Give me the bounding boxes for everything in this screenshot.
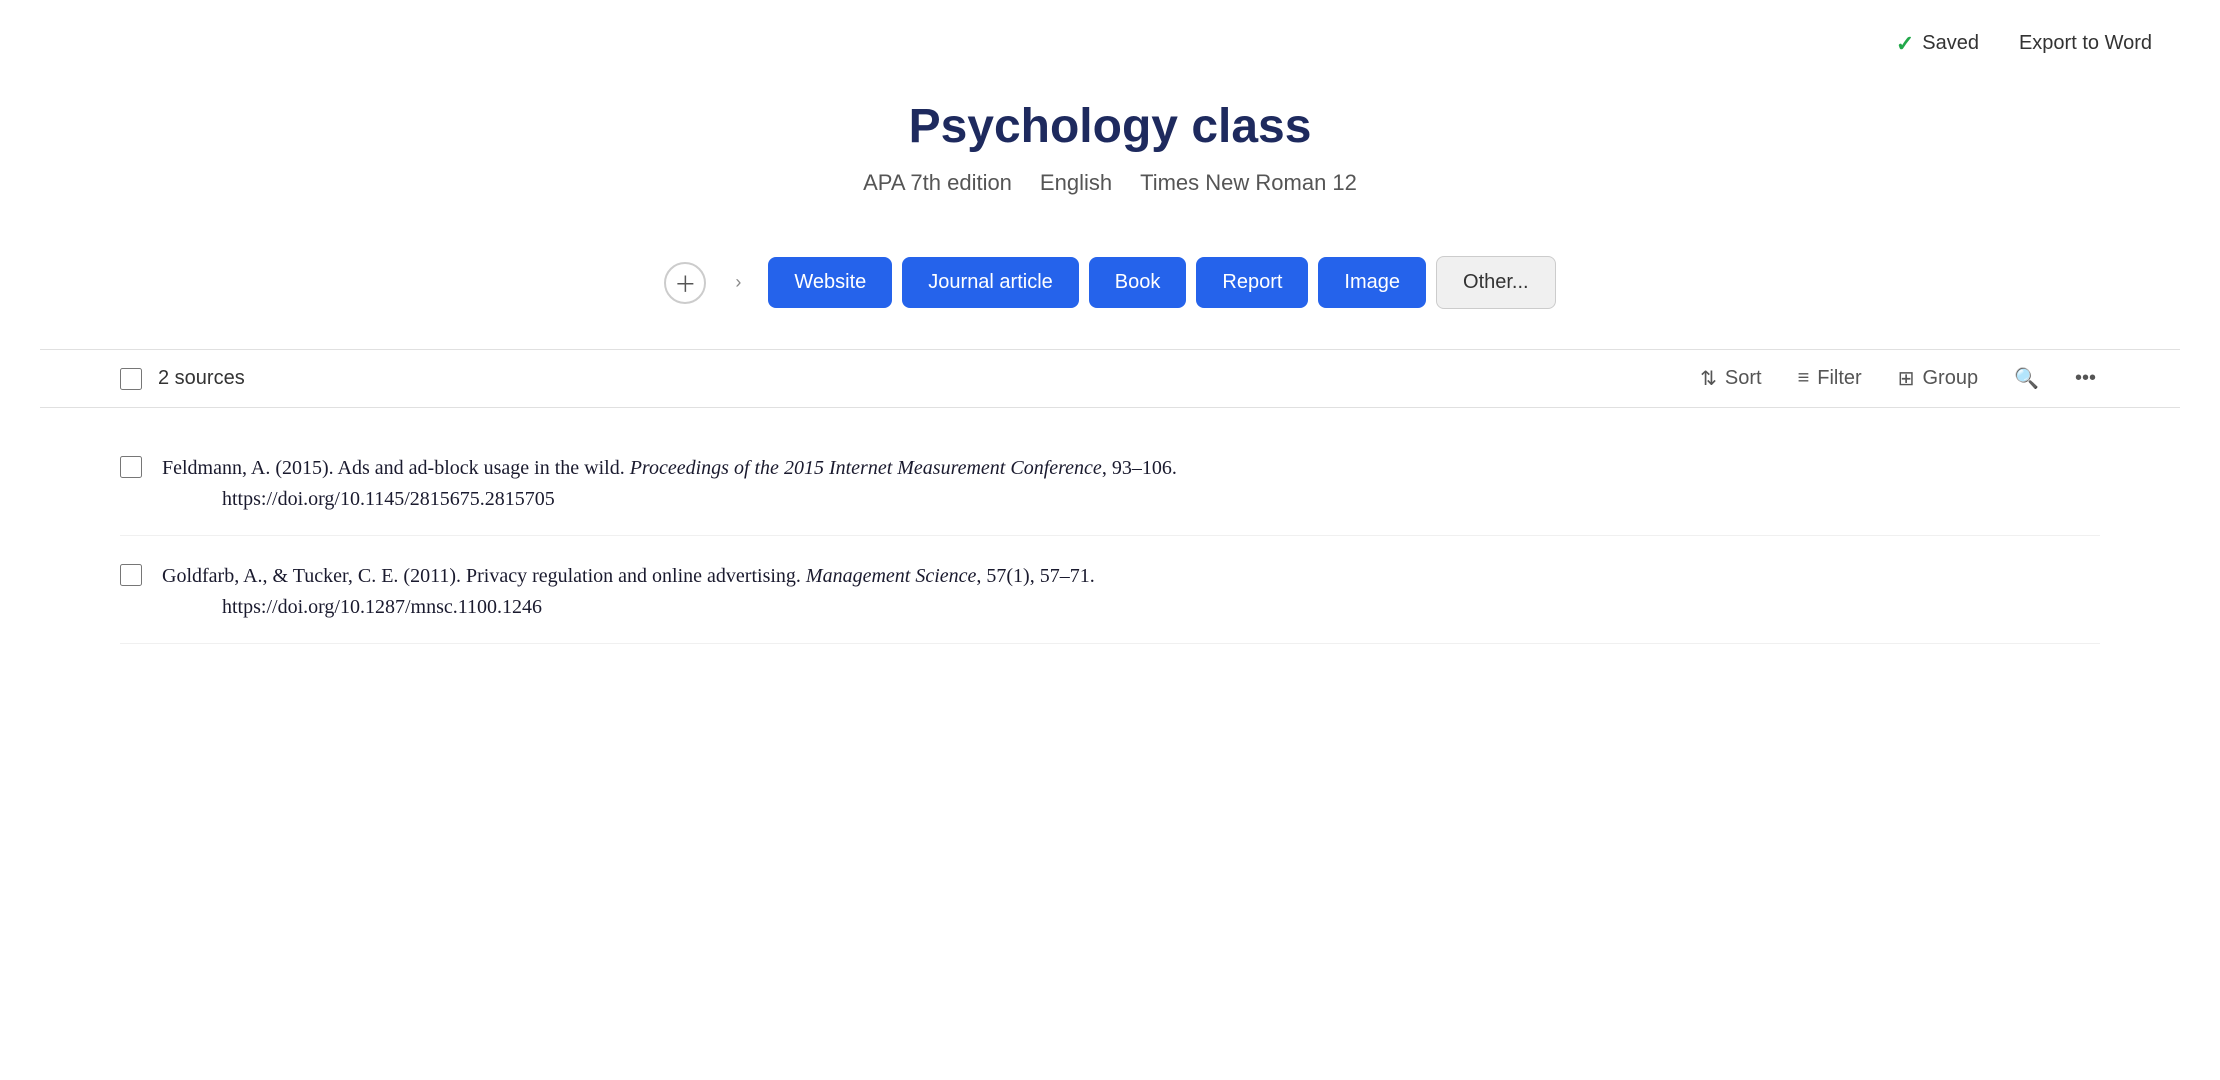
- page-header: Psychology class APA 7th edition English…: [0, 79, 2220, 226]
- source-citation-1: Feldmann, A. (2015). Ads and ad-block us…: [162, 452, 1177, 511]
- citation-text-after-2: , 57(1), 57–71.: [976, 565, 1094, 587]
- chevron-right-icon: ›: [735, 272, 741, 293]
- source-item-1: Feldmann, A. (2015). Ads and ad-block us…: [120, 428, 2100, 536]
- chevron-right-button[interactable]: ›: [722, 267, 754, 299]
- plus-icon: ＋: [674, 267, 696, 299]
- group-button[interactable]: ⊞ Group: [1894, 360, 1982, 397]
- sources-list: Feldmann, A. (2015). Ads and ad-block us…: [40, 408, 2180, 664]
- saved-label: Saved: [1922, 32, 1979, 55]
- source-type-book-button[interactable]: Book: [1089, 257, 1187, 308]
- citation-text-before-1: Feldmann, A. (2015). Ads and ad-block us…: [162, 457, 630, 479]
- source-citation-2: Goldfarb, A., & Tucker, C. E. (2011). Pr…: [162, 560, 1095, 619]
- source-checkbox-2[interactable]: [120, 564, 142, 586]
- source-url-2: https://doi.org/10.1287/mnsc.1100.1246: [162, 596, 1095, 619]
- more-options-button[interactable]: •••: [2071, 361, 2100, 396]
- filter-button[interactable]: ≡ Filter: [1794, 361, 1866, 396]
- sort-button[interactable]: ⇅ Sort: [1696, 360, 1765, 397]
- source-item-2: Goldfarb, A., & Tucker, C. E. (2011). Pr…: [120, 536, 2100, 644]
- page-title: Psychology class: [0, 99, 2220, 154]
- source-type-other-button[interactable]: Other...: [1436, 256, 1556, 309]
- source-checkbox-1[interactable]: [120, 456, 142, 478]
- language: English: [1040, 170, 1112, 196]
- sort-label: Sort: [1725, 367, 1762, 390]
- citation-text-before-2: Goldfarb, A., & Tucker, C. E. (2011). Pr…: [162, 565, 806, 587]
- top-bar: ✓ Saved Export to Word: [0, 0, 2220, 79]
- source-type-toolbar: ＋ › Website Journal article Book Report …: [0, 226, 2220, 349]
- citation-text-italic-2: Management Science: [806, 565, 976, 587]
- add-source-button[interactable]: ＋: [664, 262, 706, 304]
- saved-indicator: ✓ Saved: [1896, 31, 1979, 57]
- source-type-website-button[interactable]: Website: [768, 257, 892, 308]
- citation-style: APA 7th edition: [863, 170, 1012, 196]
- select-all-checkbox[interactable]: [120, 368, 142, 390]
- list-actions: ⇅ Sort ≡ Filter ⊞ Group 🔍 •••: [1696, 360, 2100, 397]
- source-type-report-button[interactable]: Report: [1196, 257, 1308, 308]
- group-label: Group: [1922, 367, 1978, 390]
- group-icon: ⊞: [1898, 366, 1915, 391]
- font-style: Times New Roman 12: [1140, 170, 1357, 196]
- citation-text-italic-1: Proceedings of the 2015 Internet Measure…: [630, 457, 1102, 479]
- filter-label: Filter: [1817, 367, 1861, 390]
- sort-icon: ⇅: [1700, 366, 1717, 391]
- source-type-journal-button[interactable]: Journal article: [902, 257, 1079, 308]
- list-controls: 2 sources ⇅ Sort ≡ Filter ⊞ Group 🔍 •••: [40, 349, 2180, 408]
- page-meta: APA 7th edition English Times New Roman …: [0, 170, 2220, 196]
- filter-icon: ≡: [1798, 367, 1810, 390]
- source-url-1: https://doi.org/10.1145/2815675.2815705: [162, 488, 1177, 511]
- sources-count: 2 sources: [158, 367, 1696, 390]
- source-type-image-button[interactable]: Image: [1318, 257, 1426, 308]
- saved-check-icon: ✓: [1896, 31, 1914, 57]
- more-options-icon: •••: [2075, 367, 2096, 390]
- search-icon: 🔍: [2014, 366, 2039, 391]
- export-to-word-button[interactable]: Export to Word: [2011, 28, 2160, 59]
- search-button[interactable]: 🔍: [2010, 360, 2043, 397]
- citation-text-after-1: , 93–106.: [1102, 457, 1177, 479]
